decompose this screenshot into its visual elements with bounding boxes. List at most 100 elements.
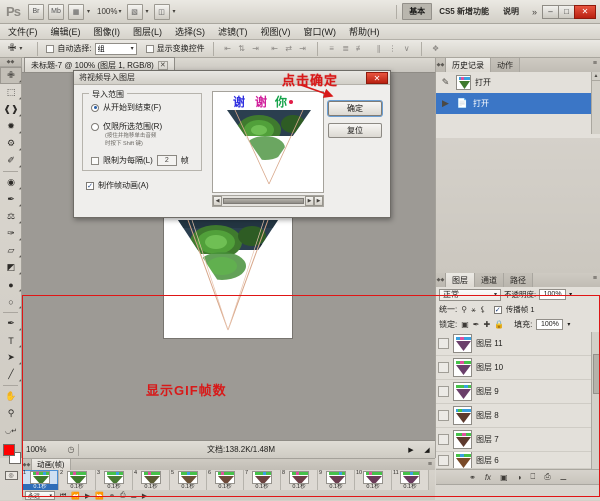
menu-help[interactable]: 帮助(H) bbox=[349, 25, 380, 38]
layer-visibility-toggle[interactable] bbox=[438, 434, 449, 445]
play-icon[interactable]: ▶ bbox=[85, 492, 90, 500]
tool-color-swap-icon[interactable]: ◡↵ bbox=[0, 422, 22, 439]
tab-channels[interactable]: 通道 bbox=[475, 273, 504, 287]
delete-frame-icon[interactable]: ⚊ bbox=[131, 492, 137, 500]
list-item[interactable]: 3 0.1秒 bbox=[96, 470, 133, 490]
close-icon[interactable]: ✕ bbox=[157, 60, 168, 70]
dist-right-icon[interactable]: ∨ bbox=[401, 43, 413, 55]
table-row[interactable]: 图层 9 bbox=[436, 380, 600, 404]
tool-crop[interactable]: ⚙ bbox=[0, 135, 22, 152]
expand-chevron-right-icon[interactable]: ▶ bbox=[439, 98, 452, 109]
limit-every-input[interactable]: 2 bbox=[156, 155, 177, 166]
dialog-close-button[interactable]: ✕ bbox=[366, 72, 388, 84]
workspace-basic-button[interactable]: 基本 bbox=[402, 3, 433, 20]
tool-lasso[interactable]: ❰❱ bbox=[0, 101, 22, 118]
select-first-frame-icon[interactable]: ⏮ bbox=[60, 492, 66, 500]
new-group-icon[interactable]: ⎕ bbox=[530, 472, 535, 482]
dialog-title-bar[interactable]: 将视频导入图层 ✕ bbox=[74, 71, 390, 85]
dist-hcenter-icon[interactable]: ⋮ bbox=[387, 43, 399, 55]
new-layer-icon[interactable]: ⎙ bbox=[544, 472, 550, 482]
layers-scrollbar-thumb[interactable] bbox=[593, 354, 600, 394]
list-item[interactable]: 7 0.1秒 bbox=[244, 470, 281, 490]
menu-edit[interactable]: 编辑(E) bbox=[51, 25, 81, 38]
arrange-chevron-down-icon[interactable]: ▾ bbox=[146, 8, 149, 15]
tool-move[interactable]: ✙ bbox=[0, 67, 22, 84]
dist-bottom-icon[interactable]: ≢ bbox=[354, 43, 366, 55]
frame-delay[interactable]: 0.1秒 bbox=[70, 484, 83, 490]
cs5-new-features-link[interactable]: CS5 新增功能 bbox=[439, 6, 489, 17]
list-item[interactable]: 4 0.1秒 bbox=[133, 470, 170, 490]
view-extras-chevron-down-icon[interactable]: ▾ bbox=[87, 8, 90, 15]
layers-scrollbar[interactable] bbox=[591, 332, 600, 469]
reset-button[interactable]: 复位 bbox=[328, 123, 382, 138]
align-left-icon[interactable]: ⇤ bbox=[269, 43, 281, 55]
foreground-color-swatch[interactable] bbox=[3, 444, 15, 456]
list-item[interactable]: 8 0.1秒 bbox=[281, 470, 318, 490]
frame-delay[interactable]: 0.1秒 bbox=[181, 484, 194, 490]
tool-dodge[interactable]: ○ bbox=[0, 293, 22, 310]
tool-hand[interactable]: ✋ bbox=[0, 388, 22, 405]
lock-transparent-icon[interactable]: ▣ bbox=[461, 320, 469, 329]
minimize-button[interactable]: – bbox=[542, 4, 559, 19]
panel-grip[interactable]: ◆◆ bbox=[436, 58, 446, 72]
dist-top-icon[interactable]: ≡ bbox=[326, 43, 338, 55]
menu-select[interactable]: 选择(S) bbox=[175, 25, 205, 38]
delete-layer-icon[interactable]: ⚊ bbox=[560, 473, 567, 482]
tool-path-selection[interactable]: ➤ bbox=[0, 349, 22, 366]
panel-grip[interactable]: ◆◆ bbox=[22, 459, 32, 470]
tools-panel-grip[interactable]: ◆◆ bbox=[0, 58, 21, 67]
history-state-row[interactable]: ▶ 📄 打开 bbox=[436, 93, 600, 114]
frame-delay[interactable]: 0.1秒 bbox=[218, 484, 231, 490]
table-row[interactable]: 图层 10 bbox=[436, 356, 600, 380]
layer-visibility-toggle[interactable] bbox=[438, 386, 449, 397]
frame-delay[interactable]: 0.1秒 bbox=[144, 484, 157, 490]
layer-visibility-toggle[interactable] bbox=[438, 410, 449, 421]
limit-every-checkbox[interactable] bbox=[91, 156, 99, 165]
scroll-up-icon[interactable]: ▲ bbox=[592, 72, 600, 81]
align-bottom-icon[interactable]: ⇥ bbox=[250, 43, 262, 55]
opacity-scrubber-icon[interactable]: ▾ bbox=[569, 291, 572, 298]
frame-delay[interactable]: 0.1秒 bbox=[403, 484, 416, 490]
menu-image[interactable]: 图像(I) bbox=[94, 25, 121, 38]
panel-grip[interactable]: ◆◆ bbox=[436, 273, 446, 287]
tool-quick-selection[interactable]: ✹ bbox=[0, 118, 22, 135]
history-snapshot-row[interactable]: ✎ 打开 bbox=[436, 72, 600, 93]
frame-delay[interactable]: 0.1秒 bbox=[22, 484, 58, 490]
maximize-button[interactable]: □ bbox=[558, 4, 575, 19]
tool-history-brush[interactable]: ✑ bbox=[0, 225, 22, 242]
tween-icon[interactable]: ⚭ bbox=[109, 492, 115, 500]
bridge-icon[interactable]: Br bbox=[28, 3, 44, 20]
tool-line[interactable]: ╱ bbox=[0, 366, 22, 383]
tool-clone-stamp[interactable]: ⚖ bbox=[0, 208, 22, 225]
menu-window[interactable]: 窗口(W) bbox=[304, 25, 337, 38]
arrange-documents-icon[interactable]: ▧ bbox=[126, 3, 143, 20]
status-popup-icon[interactable]: ▶ bbox=[403, 446, 419, 454]
animation-frames-list[interactable]: 1 0.1秒 2 0.1秒 3 0.1秒 4 0.1秒 5 0.1秒 6 0.1… bbox=[22, 470, 435, 490]
table-row[interactable]: 图层 8 bbox=[436, 404, 600, 428]
layer-visibility-toggle[interactable] bbox=[438, 454, 449, 466]
frame-delay[interactable]: 0.1秒 bbox=[366, 484, 379, 490]
tool-marquee[interactable]: ⬚ bbox=[0, 84, 22, 101]
animation-panel-menu-icon[interactable]: ≡ bbox=[428, 461, 432, 468]
menu-file[interactable]: 文件(F) bbox=[8, 25, 38, 38]
history-scrollbar[interactable]: ▲ bbox=[591, 72, 600, 134]
scrubber-track[interactable] bbox=[223, 198, 304, 204]
tool-eraser[interactable]: ▱ bbox=[0, 242, 22, 259]
frame-delay[interactable]: 0.1秒 bbox=[329, 484, 342, 490]
adjustment-layer-icon[interactable]: ◑ bbox=[517, 473, 522, 482]
select-next-frame-icon[interactable]: ⏩ bbox=[95, 492, 104, 500]
auto-select-scope-dropdown[interactable]: 组 bbox=[94, 42, 137, 55]
align-top-icon[interactable]: ⇤ bbox=[222, 43, 234, 55]
layer-mask-icon[interactable]: ▣ bbox=[500, 473, 508, 482]
table-row[interactable]: 图层 6 bbox=[436, 452, 600, 469]
make-frame-animation-row[interactable]: ✓ 制作帧动画(A) bbox=[86, 180, 149, 191]
close-button[interactable]: ✕ bbox=[574, 4, 596, 19]
list-item[interactable]: 11 0.1秒 bbox=[392, 470, 429, 490]
screen-mode-icon[interactable]: ◫ bbox=[153, 3, 170, 20]
propagate-frame-checkbox[interactable]: ✓ bbox=[493, 305, 502, 314]
tab-animation-frames[interactable]: 动画(帧) bbox=[32, 459, 71, 470]
tab-layers[interactable]: 图层 bbox=[446, 273, 475, 287]
tool-gradient[interactable]: ◩ bbox=[0, 259, 22, 276]
list-item[interactable]: 1 0.1秒 bbox=[22, 470, 59, 490]
list-item[interactable]: 2 0.1秒 bbox=[59, 470, 96, 490]
